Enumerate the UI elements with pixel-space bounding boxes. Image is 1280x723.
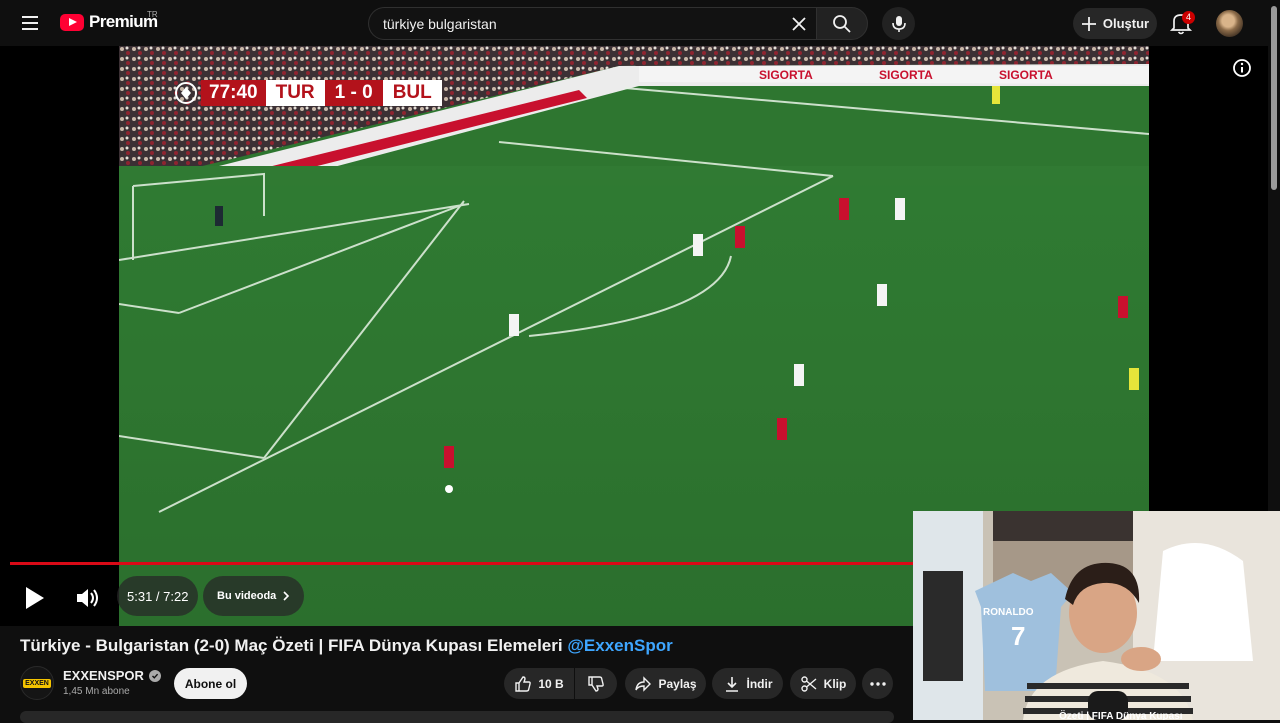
away-team: BUL [382, 80, 442, 106]
search-box [368, 7, 816, 40]
thumbs-up-icon [515, 675, 532, 692]
search-input[interactable] [369, 15, 769, 32]
search-icon [833, 14, 851, 33]
like-count: 10 B [538, 676, 564, 691]
share-label: Paylaş [658, 676, 697, 691]
download-button[interactable]: İndir [712, 668, 783, 699]
home-team: TUR [265, 80, 325, 106]
region-code: TR [147, 10, 158, 19]
more-horizontal-icon [869, 681, 886, 686]
volume-icon[interactable] [72, 584, 102, 612]
dislike-button[interactable] [575, 668, 617, 699]
match-clock: 77:40 [201, 80, 266, 106]
jersey-name: RONALDO [983, 607, 1034, 618]
channel-avatar[interactable]: EXXEN [20, 666, 54, 700]
create-button[interactable]: Oluştur [1073, 8, 1157, 39]
scrollbar-thumb[interactable] [1271, 6, 1277, 190]
webcam-scene: RONALDO 7 Özeti | FIFA Dünya Kupası [913, 511, 1280, 720]
voice-search-button[interactable] [882, 7, 915, 40]
more-actions-button[interactable] [862, 668, 893, 699]
chapters-button[interactable]: Bu videoda [203, 576, 305, 616]
subscribe-button[interactable]: Abone ol [174, 668, 247, 699]
jersey-number: 7 [1011, 621, 1025, 651]
account-avatar[interactable] [1216, 10, 1243, 37]
thumbs-down-icon [588, 675, 604, 692]
fifa-qualifiers-logo-icon [171, 80, 201, 106]
plus-icon [1081, 16, 1096, 31]
share-arrow-icon [635, 675, 652, 692]
share-button[interactable]: Paylaş [625, 668, 706, 699]
youtube-premium-logo[interactable]: Premium [60, 12, 158, 32]
channel-avatar-text: EXXEN [23, 678, 51, 688]
hamburger-menu-icon[interactable] [14, 8, 46, 38]
progress-bar[interactable] [10, 562, 913, 565]
search-button[interactable] [816, 7, 868, 40]
channel-name[interactable]: EXXENSPOR [63, 668, 144, 683]
verified-check-icon [148, 669, 161, 682]
microphone-icon [891, 15, 906, 32]
chapter-label: Bu videoda [217, 590, 277, 602]
channel-name-row[interactable]: EXXENSPOR [63, 668, 161, 683]
page-scrollbar[interactable] [1268, 0, 1280, 511]
top-bar: Premium TR Oluştur 4 [0, 0, 1280, 46]
download-icon [725, 676, 738, 692]
download-label: İndir [746, 676, 773, 691]
webcam-overlay-text: Özeti | FIFA Dünya Kupası [1059, 709, 1183, 720]
notification-count-badge: 4 [1182, 11, 1195, 24]
chevron-right-icon [283, 591, 290, 601]
clear-search-icon[interactable] [790, 15, 808, 33]
time-display: 5:31 / 7:22 [117, 576, 199, 616]
video-title-text: Türkiye - Bulgaristan (2-0) Maç Özeti | … [20, 636, 568, 655]
video-title: Türkiye - Bulgaristan (2-0) Maç Özeti | … [20, 636, 900, 656]
scissors-icon [800, 675, 817, 692]
play-icon[interactable] [18, 582, 50, 614]
info-icon[interactable] [1232, 58, 1252, 78]
streamer-webcam-overlay: RONALDO 7 Özeti | FIFA Dünya Kupası [913, 511, 1280, 720]
description-box[interactable] [20, 711, 894, 723]
channel-handle-link[interactable]: @ExxenSpor [567, 636, 672, 655]
player-controls: 5:31 / 7:22 Bu videoda [0, 572, 913, 626]
match-score: 1 - 0 [324, 80, 383, 106]
clip-label: Klip [823, 676, 847, 691]
players [215, 86, 1139, 493]
match-scorebug: 77:40 TUR 1 - 0 BUL [171, 80, 442, 106]
youtube-play-logo-icon [60, 13, 84, 31]
subscriber-count: 1,45 Mn abone [63, 686, 130, 697]
create-label: Oluştur [1102, 16, 1150, 31]
clip-button[interactable]: Klip [790, 668, 856, 699]
like-button[interactable]: 10 B [504, 668, 574, 699]
